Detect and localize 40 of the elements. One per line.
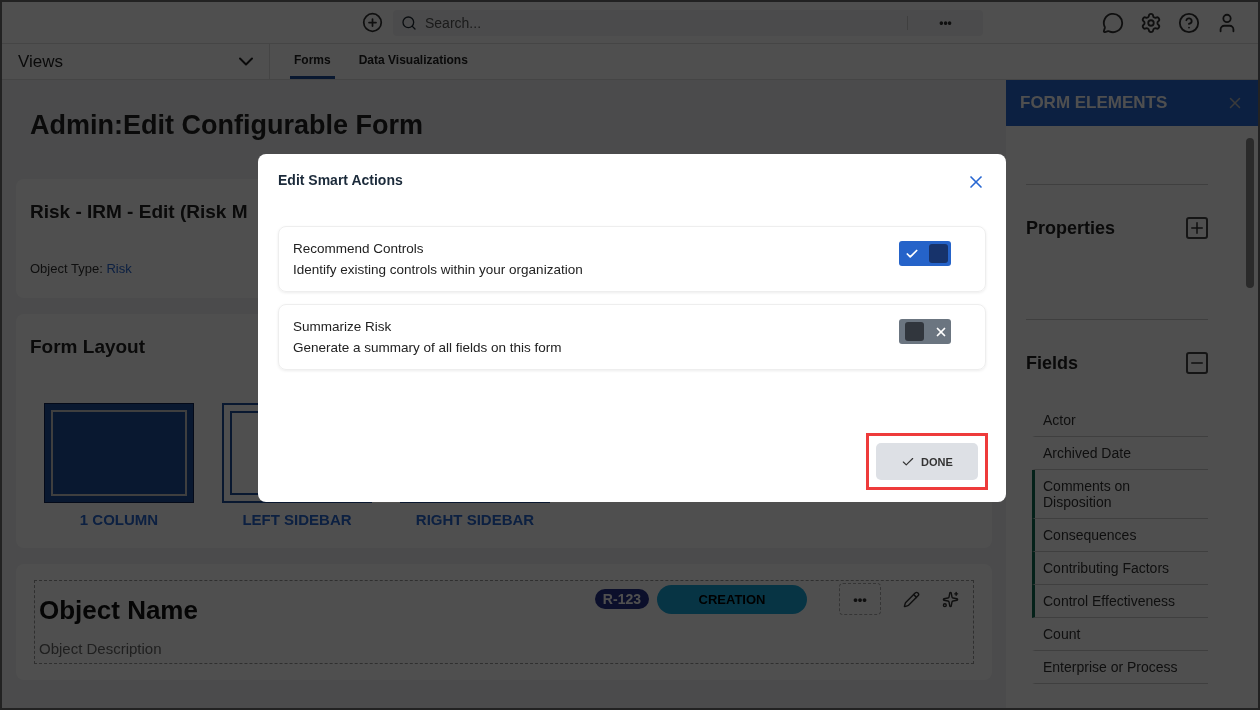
layout-option[interactable]: 1 COLUMN (44, 403, 194, 528)
toggle-switch[interactable] (899, 319, 951, 344)
dialog-title: Edit Smart Actions (278, 172, 403, 188)
expand-icon[interactable] (1186, 217, 1208, 239)
done-button[interactable]: DONE (876, 443, 978, 480)
chat-icon[interactable] (1102, 11, 1124, 34)
field-item[interactable]: Actor (1032, 404, 1208, 437)
status-pill: CREATION (657, 584, 807, 614)
field-item[interactable]: Count (1032, 618, 1208, 651)
toggle-switch[interactable] (899, 241, 951, 266)
object-type: Object Type: Risk (30, 261, 132, 276)
action-description: Generate a summary of all fields on this form (293, 340, 562, 355)
collapse-icon[interactable] (1186, 352, 1208, 374)
section-title: Form Layout (30, 336, 146, 358)
tab[interactable]: Data Visualizations (354, 44, 472, 79)
panel-title: FORM ELEMENTS (1020, 93, 1168, 113)
section-title: Fields (1026, 352, 1078, 374)
action-description: Identify existing controls within your organization (293, 262, 583, 277)
field-item[interactable]: Contributing Factors (1032, 552, 1208, 585)
pencil-icon[interactable] (903, 590, 920, 608)
tab[interactable]: Forms (290, 44, 335, 79)
object-name: Object Name (39, 595, 198, 626)
form-name: Risk - IRM - Edit (Risk M (30, 201, 248, 223)
help-icon[interactable] (1178, 11, 1200, 34)
add-icon[interactable] (362, 12, 383, 33)
more-button[interactable]: ••• (839, 583, 881, 615)
field-item[interactable]: Enterprise or Process (1032, 651, 1208, 684)
field-item[interactable]: Consequences (1032, 519, 1208, 552)
search-icon (401, 14, 417, 31)
action-name: Recommend Controls (293, 241, 425, 256)
action-name: Summarize Risk (293, 319, 393, 334)
field-item[interactable]: Comments on Disposition (1032, 470, 1208, 519)
id-badge: R-123 (594, 589, 649, 609)
sparkle-icon[interactable] (942, 590, 959, 608)
field-item[interactable]: Control Effectiveness (1032, 585, 1208, 618)
field-item[interactable]: Archived Date (1032, 437, 1208, 470)
more-button[interactable]: ••• (907, 15, 975, 30)
page-title: Admin:Edit Configurable Form (30, 110, 424, 141)
section-title: Properties (1026, 217, 1116, 239)
settings-icon[interactable] (1140, 11, 1162, 34)
